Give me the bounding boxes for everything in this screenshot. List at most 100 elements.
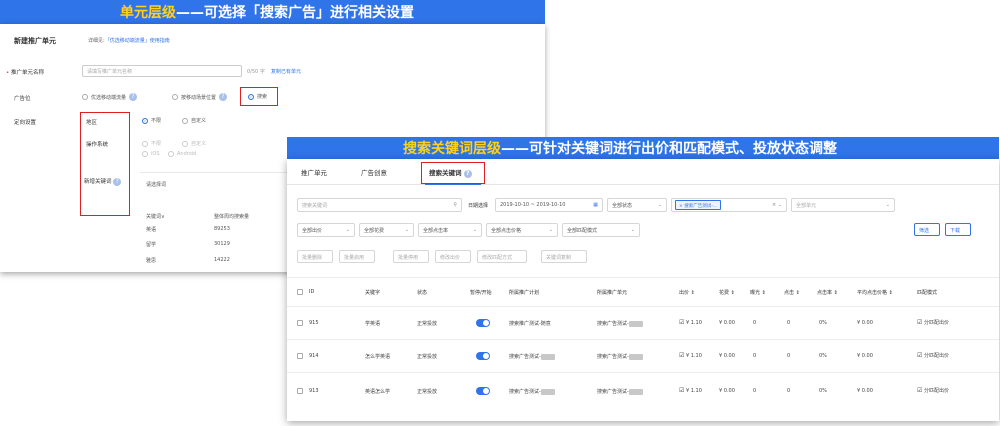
edit-icon[interactable]: ☑ bbox=[917, 319, 922, 326]
pause-toggle[interactable] bbox=[476, 319, 490, 327]
tab-creatives[interactable]: 广告创意 bbox=[361, 167, 387, 177]
col-toggle: 暂停/开始 bbox=[470, 290, 492, 296]
kw-col-volume: 整体周均搜索量 bbox=[214, 214, 250, 220]
kw-row-word: 雅思 bbox=[146, 258, 157, 264]
batch-enable-button[interactable]: 批量启用 bbox=[339, 250, 375, 263]
row-match[interactable]: ☑ 分匹配出价 bbox=[917, 319, 949, 326]
cost-filter[interactable]: 全部花费 ⌄ bbox=[359, 223, 414, 237]
ctr-filter[interactable]: 全部点击率 ⌄ bbox=[418, 223, 482, 237]
tab-units[interactable]: 推广单元 bbox=[301, 167, 327, 177]
col-cpc[interactable]: 平均点击价格 ⇕ bbox=[857, 289, 893, 296]
row-bid[interactable]: ☑ ¥ 1.10 bbox=[679, 387, 702, 394]
row-keyword: 怎么学英语 bbox=[365, 354, 391, 360]
status-select[interactable]: 全部状态 ⌄ bbox=[607, 198, 667, 212]
ad-position-mobile[interactable]: 优选移动端流量? bbox=[82, 93, 138, 101]
unit-select[interactable]: 全部单元 ⌄ bbox=[791, 198, 895, 212]
batch-delete-button[interactable]: 批量删除 bbox=[297, 250, 333, 263]
chevron-down-icon: ⌄ bbox=[657, 202, 662, 208]
os-custom[interactable]: 自定义 bbox=[182, 140, 206, 147]
row-bid[interactable]: ☑ ¥ 1.10 bbox=[679, 352, 702, 359]
edit-bid-button[interactable]: 修改出价 bbox=[435, 250, 471, 263]
row-cpc: ¥ 0.00 bbox=[857, 320, 873, 326]
row-id: 913 bbox=[309, 388, 319, 394]
row-clicks: 0 bbox=[787, 388, 791, 394]
region-unlimited[interactable]: 不限 bbox=[142, 117, 161, 124]
kw-row-vol: 89253 bbox=[214, 226, 230, 232]
filter-button[interactable]: 筛选 bbox=[914, 223, 940, 236]
col-plan: 所属推广计划 bbox=[509, 290, 540, 296]
row-checkbox[interactable] bbox=[297, 353, 303, 359]
banner2-prefix: 搜索关键词层级 bbox=[403, 141, 501, 157]
row-plan: 搜索广告测试- bbox=[509, 388, 555, 395]
col-cost[interactable]: 花费 ⇕ bbox=[719, 289, 735, 296]
bid-filter[interactable]: 全部出价 ⌄ bbox=[297, 223, 355, 237]
row-id: 914 bbox=[309, 353, 319, 359]
row-keyword: 学英语 bbox=[365, 321, 381, 327]
edit-icon[interactable]: ☑ bbox=[917, 387, 922, 394]
region-custom[interactable]: 自定义 bbox=[182, 117, 206, 124]
kw-col-keyword[interactable]: 关键词∨ bbox=[146, 213, 165, 220]
table-divider bbox=[287, 339, 999, 340]
copy-keywords-button[interactable]: 关键词复制 bbox=[541, 250, 587, 263]
row-plan: 搜索广告测试- bbox=[509, 353, 555, 360]
guide-note: 详细见:「优选移动端流量」使用指南 bbox=[88, 37, 170, 44]
row-impressions: 0 bbox=[753, 353, 757, 359]
date-range-picker[interactable]: 2019-10-10 ~ 2019-10-10 ▦ bbox=[495, 198, 603, 212]
download-button[interactable]: 下载 bbox=[945, 223, 971, 236]
edit-match-button[interactable]: 修改匹配方式 bbox=[477, 250, 527, 263]
calendar-icon: ▦ bbox=[593, 202, 598, 208]
kw-row-vol: 30129 bbox=[214, 241, 230, 247]
row-match[interactable]: ☑ 分匹配出价 bbox=[917, 387, 949, 394]
redacted-block bbox=[540, 353, 555, 360]
match-filter[interactable]: 全部匹配模式 ⌄ bbox=[562, 223, 640, 237]
redacted-block bbox=[628, 388, 643, 395]
row-cost: ¥ 0.00 bbox=[719, 353, 735, 359]
guide-note-prefix: 详细见: bbox=[88, 38, 105, 44]
edit-icon[interactable]: ☑ bbox=[679, 319, 684, 326]
os-unlimited[interactable]: 不限 bbox=[142, 140, 161, 147]
col-impressions[interactable]: 曝光 ⇕ bbox=[750, 289, 766, 296]
plan-tag[interactable]: × 搜索广告测试-... bbox=[675, 200, 722, 210]
keyword-level-banner: 搜索关键词层级 ——可针对关键词进行出价和匹配模式、投放状态调整 bbox=[287, 137, 999, 159]
os-label: 操作系统 bbox=[86, 142, 109, 148]
unit-level-banner: 单元层级 ——可选择「搜索广告」进行相关设置 bbox=[0, 0, 545, 24]
page-title: 新建推广单元 bbox=[14, 37, 56, 45]
batch-disable-button[interactable]: 批量停用 bbox=[393, 250, 429, 263]
edit-icon[interactable]: ☑ bbox=[679, 387, 684, 394]
kw-row-word: 留学 bbox=[146, 242, 157, 248]
edit-icon[interactable]: ☑ bbox=[679, 352, 684, 359]
row-cost: ¥ 0.00 bbox=[719, 320, 735, 326]
unit-name-input[interactable]: 请填写推广单元名称 bbox=[82, 65, 242, 77]
select-all-checkbox[interactable] bbox=[297, 289, 303, 295]
chevron-down-icon: ⌄ bbox=[404, 227, 409, 233]
row-bid[interactable]: ☑ ¥ 1.10 bbox=[679, 319, 702, 326]
os-ios[interactable]: iOS bbox=[142, 151, 160, 157]
col-ctr[interactable]: 点击率 ⇕ bbox=[817, 289, 838, 296]
keyword-search-input[interactable]: 搜索关键词 ⚲ bbox=[297, 198, 462, 212]
add-keyword-label: 新增关键词 ? bbox=[84, 177, 122, 186]
table-divider bbox=[287, 277, 999, 278]
col-clicks[interactable]: 点击 ⇕ bbox=[784, 289, 800, 296]
pause-toggle[interactable] bbox=[476, 352, 490, 360]
chevron-down-icon: ⌄ bbox=[472, 227, 477, 233]
row-match[interactable]: ☑ 分匹配出价 bbox=[917, 352, 949, 359]
cpc-filter[interactable]: 全部点击价格 ⌄ bbox=[486, 223, 558, 237]
keyword-search[interactable]: 请选择词 bbox=[146, 181, 166, 188]
os-android[interactable]: Android bbox=[168, 151, 196, 157]
pause-toggle[interactable] bbox=[476, 387, 490, 395]
col-bid[interactable]: 出价 ⇕ bbox=[679, 289, 695, 296]
row-checkbox[interactable] bbox=[297, 320, 303, 326]
region-label: 地区 bbox=[86, 120, 98, 126]
banner2-text: ——可针对关键词进行出价和匹配模式、投放状态调整 bbox=[501, 141, 837, 157]
keyword-tab-highlight-box bbox=[421, 162, 485, 184]
chevron-down-icon: × ⌄ bbox=[772, 202, 782, 208]
date-label: 日期选择 bbox=[468, 203, 489, 209]
ad-position-scene[interactable]: 按移动场景位置? bbox=[172, 93, 228, 101]
guide-link[interactable]: 「优选移动端流量」使用指南 bbox=[105, 38, 170, 44]
targeting-label: 定向设置 bbox=[14, 120, 37, 126]
chevron-down-icon: ⌄ bbox=[345, 227, 350, 233]
row-checkbox[interactable] bbox=[297, 388, 303, 394]
copy-unit-link[interactable]: 复制已有单元 bbox=[271, 68, 301, 75]
col-keyword: 关键字 bbox=[365, 290, 381, 296]
edit-icon[interactable]: ☑ bbox=[917, 352, 922, 359]
